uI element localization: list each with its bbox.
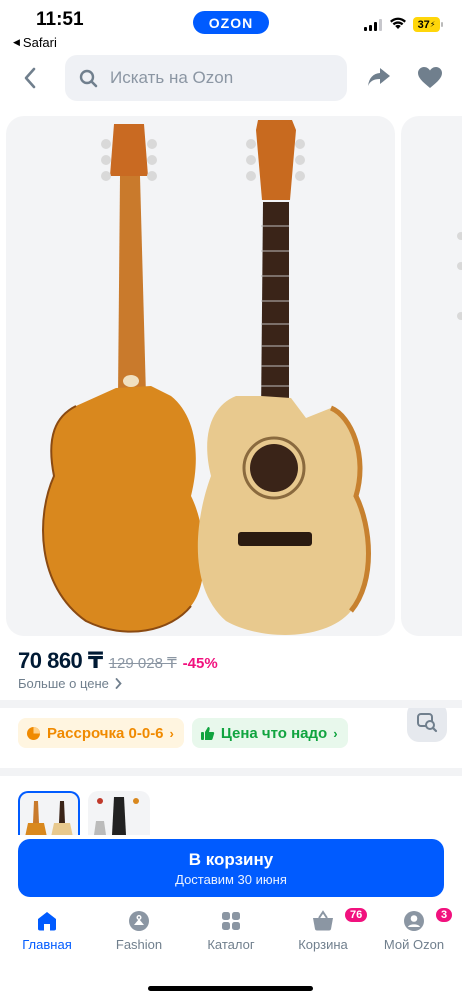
image-search-icon bbox=[417, 713, 438, 733]
cellular-signal-icon bbox=[364, 19, 382, 31]
delivery-date: Доставим 30 июня bbox=[175, 871, 287, 887]
back-to-app[interactable]: ◀ Safari bbox=[13, 35, 57, 50]
back-app-label: Safari bbox=[22, 35, 57, 50]
back-button[interactable] bbox=[16, 64, 44, 92]
guitar-image bbox=[42, 120, 371, 635]
catalog-icon bbox=[222, 912, 240, 930]
chevron-right-icon bbox=[115, 678, 122, 689]
tab-fashion[interactable]: Fashion bbox=[94, 905, 184, 952]
tab-label: Fashion bbox=[115, 937, 163, 952]
ozon-logo: OZON bbox=[193, 11, 269, 34]
home-icon bbox=[38, 912, 56, 931]
section-divider bbox=[0, 768, 462, 776]
search-icon bbox=[79, 69, 98, 87]
installment-chip[interactable]: Рассрочка 0-0-6 › bbox=[18, 718, 184, 748]
chevron-right-icon: › bbox=[333, 725, 338, 741]
next-photo-image bbox=[457, 232, 462, 320]
home-indicator[interactable] bbox=[148, 986, 313, 991]
tab-catalog[interactable]: Каталог bbox=[186, 905, 276, 952]
header bbox=[0, 54, 462, 104]
status-bar: 11:51 ◀ Safari OZON 37 ⚡ bbox=[0, 0, 462, 54]
current-price: 70 860 ₸ bbox=[18, 648, 103, 673]
wifi-icon bbox=[390, 17, 406, 29]
product-photo[interactable] bbox=[6, 116, 395, 636]
thumbs-up-icon bbox=[200, 726, 215, 740]
battery-indicator: 37 ⚡ bbox=[413, 17, 443, 32]
guitar-set-thumbnail bbox=[25, 801, 73, 835]
variant-thumbnails bbox=[18, 791, 150, 835]
guitar-back-view bbox=[42, 124, 205, 633]
product-gallery[interactable] bbox=[0, 116, 462, 742]
price-details-label: Больше о цене bbox=[18, 676, 109, 691]
promo-chips: Рассрочка 0-0-6 › Цена что надо › bbox=[18, 718, 348, 748]
search-input[interactable] bbox=[110, 68, 310, 88]
battery-level: 37 bbox=[417, 18, 430, 31]
variant-thumbnail[interactable] bbox=[88, 791, 150, 835]
price-details-link[interactable]: Больше о цене bbox=[18, 676, 122, 691]
good-price-chip[interactable]: Цена что надо › bbox=[191, 718, 348, 748]
bottom-tab-bar: Главная Fashion Каталог 76 Корзина 3 Мой… bbox=[0, 905, 462, 965]
share-button[interactable] bbox=[366, 66, 392, 93]
chevron-right-icon: › bbox=[169, 725, 174, 741]
heart-icon bbox=[418, 67, 442, 88]
add-to-cart-button[interactable]: В корзину Доставим 30 июня bbox=[18, 839, 444, 897]
profile-icon bbox=[404, 911, 424, 931]
section-divider bbox=[0, 700, 462, 708]
discount-badge: -45% bbox=[182, 655, 218, 672]
favorite-button[interactable] bbox=[417, 66, 443, 95]
back-triangle-icon: ◀ bbox=[13, 37, 20, 47]
guitar-front-view bbox=[197, 120, 371, 635]
profile-notifications-badge: 3 bbox=[434, 906, 455, 924]
share-icon bbox=[368, 68, 390, 86]
tab-home[interactable]: Главная bbox=[2, 905, 92, 952]
status-time: 11:51 bbox=[36, 9, 84, 30]
guitar-accessories-thumbnail bbox=[94, 797, 139, 835]
fashion-icon bbox=[129, 911, 149, 931]
old-price: 129 028 ₸ bbox=[108, 655, 177, 672]
search-box[interactable] bbox=[65, 55, 347, 101]
variant-thumbnail-selected[interactable] bbox=[18, 791, 80, 835]
tab-cart[interactable]: 76 Корзина bbox=[278, 905, 370, 952]
tab-label: Мой Ozon bbox=[383, 937, 445, 952]
next-photo-preview[interactable] bbox=[401, 116, 462, 636]
tab-label: Корзина bbox=[298, 937, 348, 952]
cart-count-badge: 76 bbox=[343, 906, 370, 924]
add-to-cart-label: В корзину bbox=[188, 849, 274, 869]
tab-profile[interactable]: 3 Мой Ozon bbox=[369, 905, 459, 952]
good-price-label: Цена что надо bbox=[220, 724, 328, 742]
tab-label: Главная bbox=[22, 937, 72, 952]
installment-icon bbox=[27, 726, 40, 740]
tab-label: Каталог bbox=[207, 937, 255, 952]
installment-label: Рассрочка 0-0-6 bbox=[47, 724, 164, 742]
find-similar-button[interactable] bbox=[407, 702, 447, 742]
basket-icon bbox=[313, 910, 333, 931]
chevron-left-icon bbox=[24, 67, 36, 89]
price-row: 70 860 ₸ 129 028 ₸ -45% bbox=[18, 648, 218, 674]
